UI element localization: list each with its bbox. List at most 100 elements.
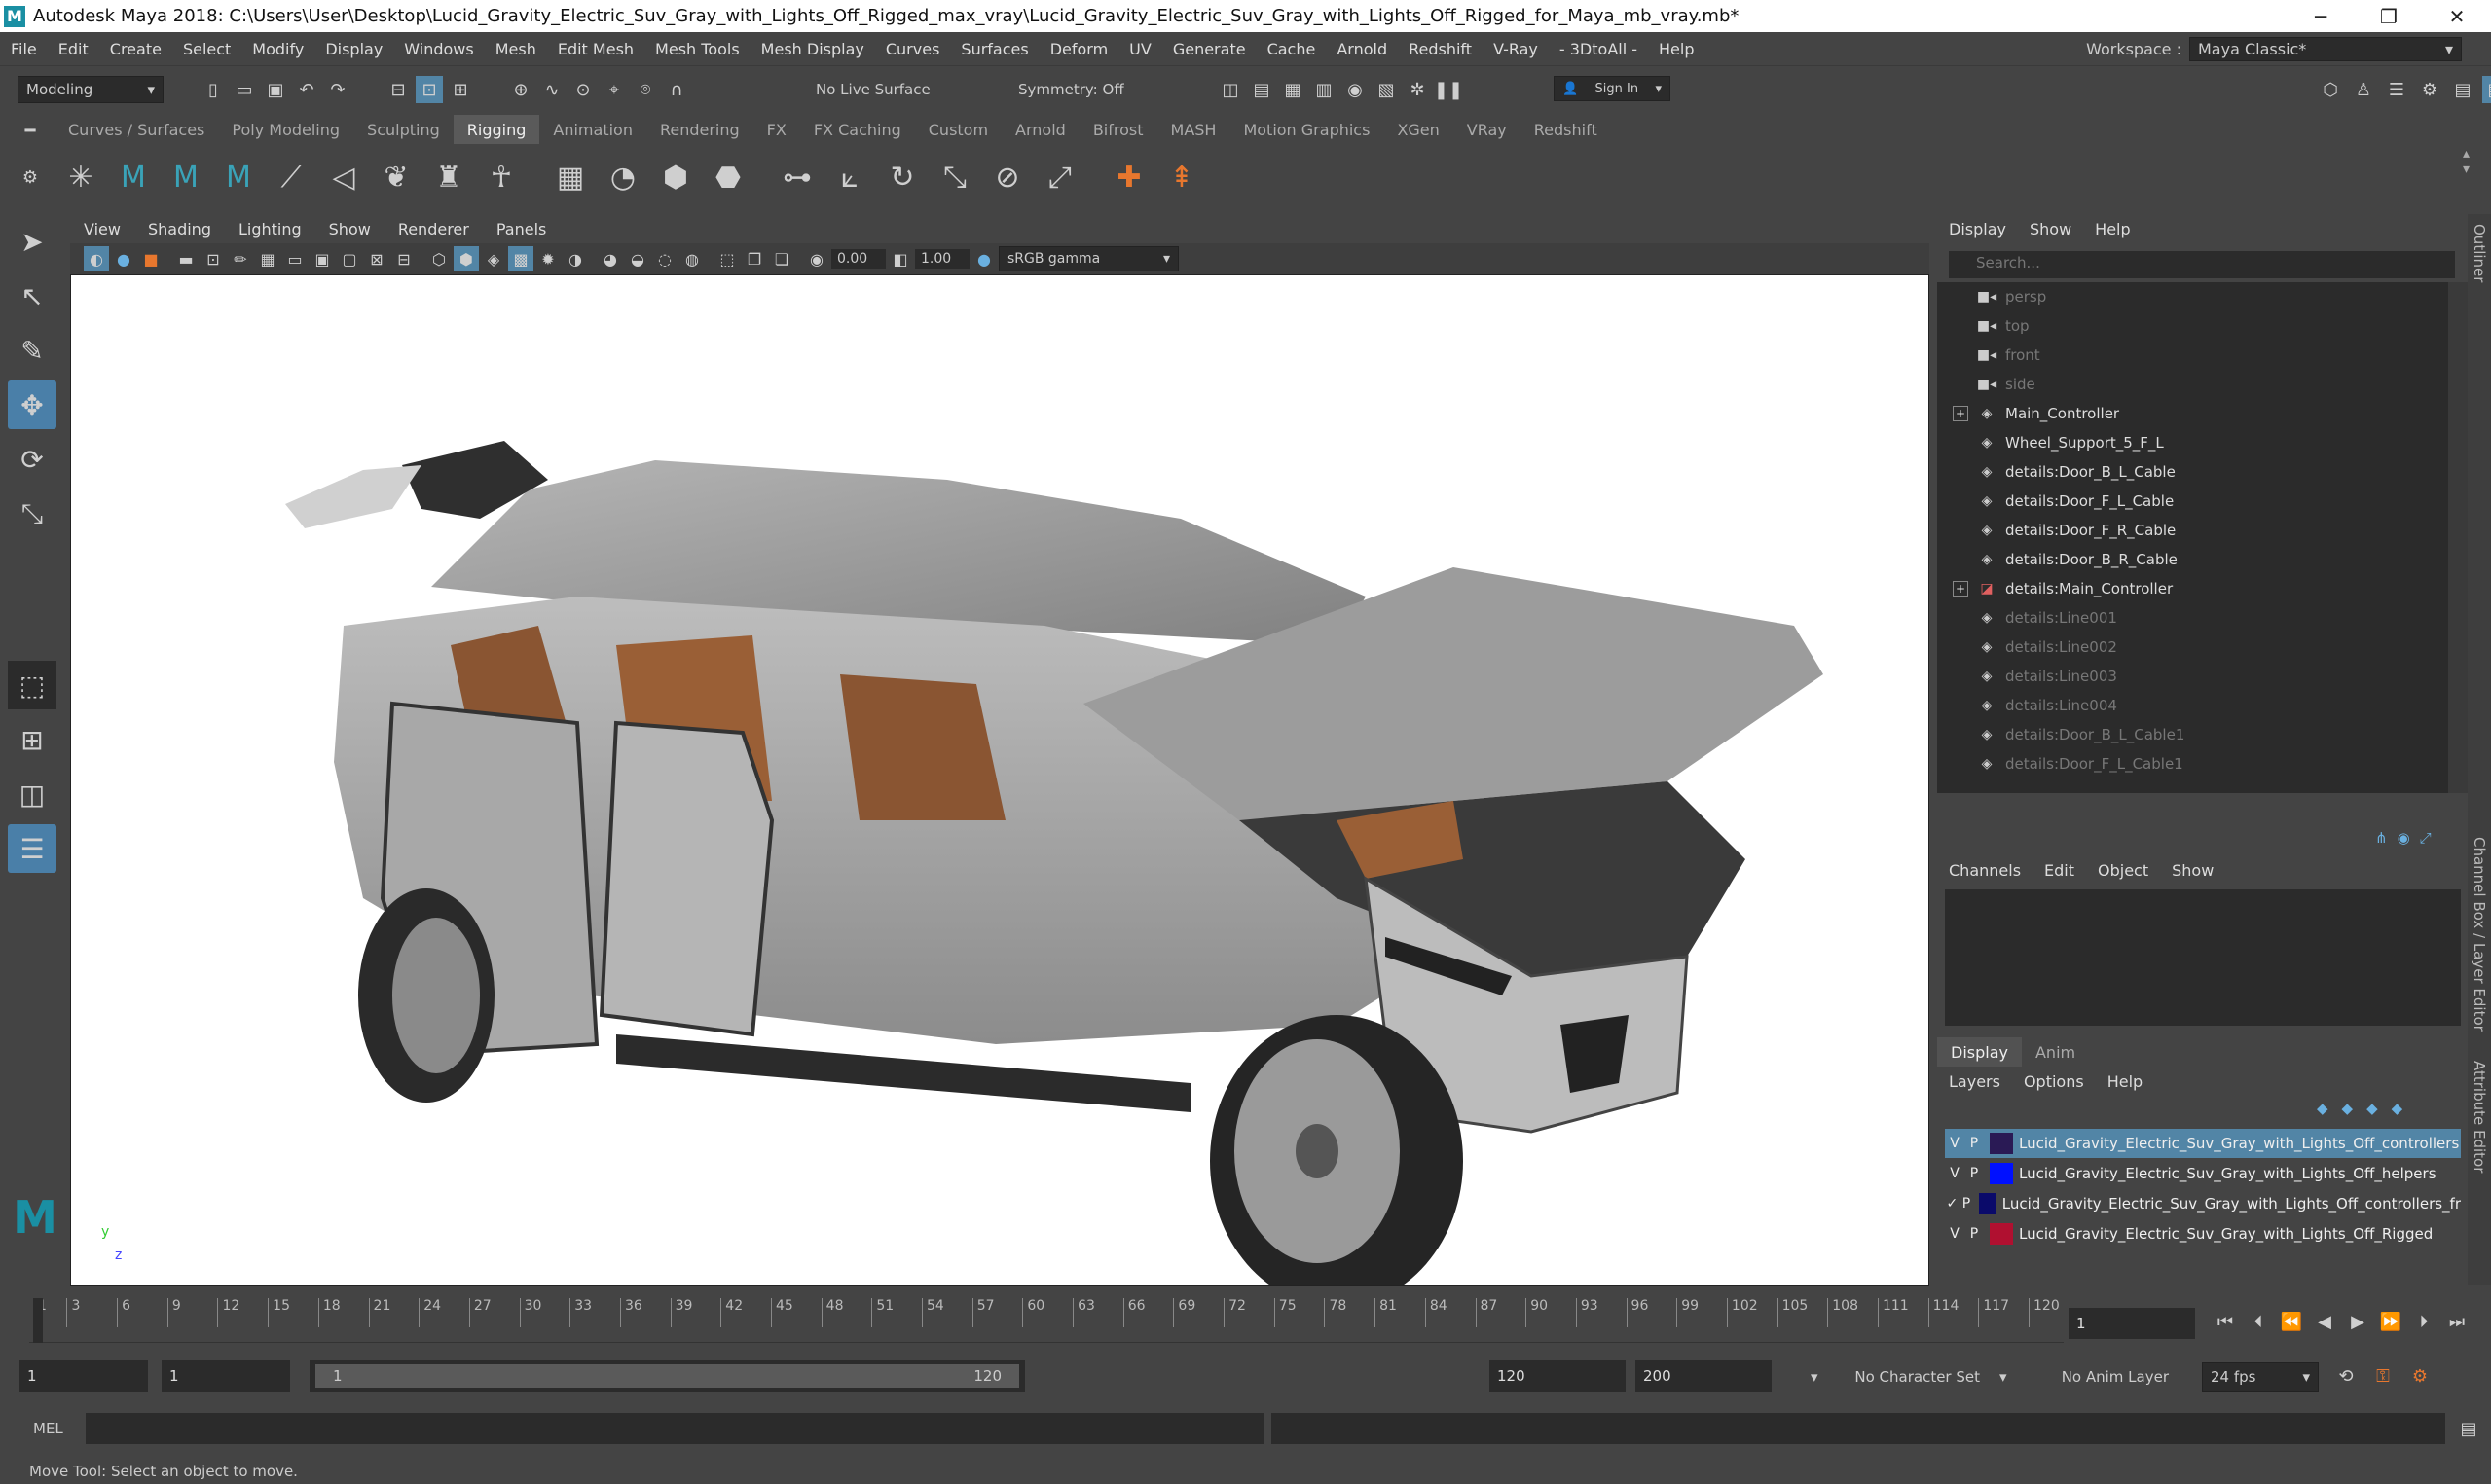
playback-start-field[interactable]: 1 xyxy=(162,1360,290,1392)
attribute-editor-side-tab[interactable]: Attribute Editor xyxy=(2471,1061,2488,1173)
layer-tab-display[interactable]: Display xyxy=(1937,1037,2022,1067)
ik-handle-icon[interactable]: ⟋ xyxy=(268,154,314,200)
outliner-item[interactable]: ■◂ front xyxy=(1937,341,2448,370)
modeling-toolkit-icon[interactable]: ⬡ xyxy=(2317,76,2344,103)
channel-box-icon[interactable]: ▤ xyxy=(2449,76,2476,103)
ik-spline-icon[interactable]: ◁ xyxy=(320,154,367,200)
move-tool-icon[interactable]: ✥ xyxy=(8,380,56,429)
minimize-button[interactable]: ─ xyxy=(2287,5,2355,28)
bind-skin-icon[interactable]: ❦ xyxy=(373,154,420,200)
time-ruler[interactable]: 1369121518212427303336394245485154576063… xyxy=(29,1298,2064,1343)
menu-edit[interactable]: Edit xyxy=(48,40,99,58)
outliner-item[interactable]: ◈ details:Line003 xyxy=(1937,662,2448,691)
menu-deform[interactable]: Deform xyxy=(1040,40,1118,58)
menu-select[interactable]: Select xyxy=(172,40,241,58)
auto-key-icon[interactable]: ⚿ xyxy=(2369,1362,2397,1390)
isolate-select-icon[interactable]: ⬚ xyxy=(714,246,740,271)
outliner-item[interactable]: ■◂ top xyxy=(1937,311,2448,341)
shelf-scroll-icon[interactable]: ▴ ▾ xyxy=(2463,146,2470,177)
shelf-tab-fx[interactable]: FX xyxy=(753,115,800,144)
shelf-tab-mash[interactable]: MASH xyxy=(1157,115,1230,144)
menu-create[interactable]: Create xyxy=(99,40,172,58)
color-management-icon[interactable]: ● xyxy=(971,246,997,271)
render-frame-icon[interactable]: ▤ xyxy=(1248,76,1275,103)
viewport-menu-view[interactable]: View xyxy=(70,220,134,238)
locator-icon[interactable]: ✚ xyxy=(1106,154,1153,200)
select-camera-icon[interactable]: ◐ xyxy=(84,246,109,271)
redo-icon[interactable]: ↷ xyxy=(324,76,351,103)
expand-icon[interactable]: + xyxy=(1953,406,1968,421)
use-all-lights-icon[interactable]: ✹ xyxy=(535,246,561,271)
current-time-indicator[interactable] xyxy=(33,1298,43,1343)
range-slider-track[interactable]: 1 120 xyxy=(310,1360,1025,1392)
outliner-item[interactable]: ◈ details:Line004 xyxy=(1937,691,2448,720)
menu-redshift[interactable]: Redshift xyxy=(1398,40,1483,58)
wrap-icon[interactable]: ⬢ xyxy=(652,154,699,200)
two-view-icon[interactable]: ◫ xyxy=(8,770,56,818)
menu-3dtoall[interactable]: - 3DtoAll - xyxy=(1549,40,1648,58)
layer-row[interactable]: V P Lucid_Gravity_Electric_Suv_Gray_with_L… xyxy=(1945,1219,2461,1249)
light-editor-icon[interactable]: ✲ xyxy=(1404,76,1431,103)
command-language-label[interactable]: MEL xyxy=(33,1420,82,1437)
lasso-tool-icon[interactable]: ↖ xyxy=(8,271,56,320)
shelf-menu-icon[interactable]: ━ xyxy=(16,117,45,144)
layer-menu-layers[interactable]: Layers xyxy=(1937,1072,2012,1091)
outliner-item[interactable]: ◈ Wheel_Support_5_F_L xyxy=(1937,428,2448,457)
paint-select-icon[interactable]: ✎ xyxy=(8,326,56,375)
script-editor-icon[interactable]: ▤ xyxy=(2455,1415,2482,1442)
menu-mesh-tools[interactable]: Mesh Tools xyxy=(644,40,751,58)
new-scene-icon[interactable]: ▯ xyxy=(200,76,227,103)
set-key-icon[interactable]: ⇞ xyxy=(1158,154,1205,200)
viewport-menu-show[interactable]: Show xyxy=(315,220,385,238)
tool-settings-icon[interactable]: ⚙ xyxy=(2416,76,2443,103)
skeleton-icon[interactable]: ☥ xyxy=(478,154,525,200)
nonlinear-icon[interactable]: ⬣ xyxy=(705,154,751,200)
menu-modify[interactable]: Modify xyxy=(241,40,314,58)
menu-help[interactable]: Help xyxy=(1648,40,1704,58)
layer-visibility-toggle[interactable]: V xyxy=(1945,1226,1964,1242)
character-set-dropdown[interactable]: ▾ No Character Set xyxy=(1803,1362,1988,1392)
ipr-render-icon[interactable]: ▦ xyxy=(1279,76,1306,103)
outliner-menu-help[interactable]: Help xyxy=(2083,220,2142,238)
live-surface-field[interactable]: No Live Surface xyxy=(816,78,971,103)
new-layer-selected-icon[interactable]: ◆ xyxy=(2392,1100,2403,1117)
lattice-icon[interactable]: ▦ xyxy=(547,154,594,200)
outliner-item[interactable]: ◈ details:Line002 xyxy=(1937,633,2448,662)
move-layer-up-icon[interactable]: ◆ xyxy=(2317,1100,2328,1117)
outliner-menu-show[interactable]: Show xyxy=(2018,220,2083,238)
outliner-item[interactable]: ◈ details:Line001 xyxy=(1937,603,2448,633)
channel-menu-object[interactable]: Object xyxy=(2086,861,2160,880)
anti-aliasing-icon[interactable]: ◌ xyxy=(652,246,678,271)
menu-file[interactable]: File xyxy=(0,40,48,58)
humanik-icon[interactable]: M xyxy=(110,154,157,200)
viewport-menu-panels[interactable]: Panels xyxy=(483,220,561,238)
image-plane-icon[interactable]: ▬ xyxy=(173,246,199,271)
joint-tool-icon[interactable]: ✳ xyxy=(57,154,104,200)
film-gate-icon[interactable]: ▭ xyxy=(282,246,308,271)
render-setup-icon[interactable]: ▧ xyxy=(1373,76,1400,103)
snap-curve-icon[interactable]: ∿ xyxy=(538,76,566,103)
point-constraint-icon[interactable]: ⊶ xyxy=(774,154,821,200)
depth-of-field-icon[interactable]: ◍ xyxy=(679,246,705,271)
layer-visibility-toggle[interactable]: V xyxy=(1945,1136,1964,1151)
outliner-item[interactable]: ◈ details:Door_B_L_Cable1 xyxy=(1937,720,2448,749)
attribute-editor-icon[interactable]: ☰ xyxy=(2383,76,2410,103)
go-to-end-icon[interactable]: ⏭ xyxy=(2443,1308,2471,1335)
viewport-menu-renderer[interactable]: Renderer xyxy=(385,220,483,238)
viewport-menu-shading[interactable]: Shading xyxy=(134,220,225,238)
expand-icon[interactable]: + xyxy=(1953,581,1968,597)
render-view-icon[interactable]: ◫ xyxy=(1217,76,1244,103)
bookmarks-icon[interactable]: ■ xyxy=(138,246,164,271)
quick-rig-icon[interactable]: ♜ xyxy=(425,154,472,200)
shelf-tab-vray[interactable]: VRay xyxy=(1453,115,1520,144)
attribute-toggle-icon[interactable]: ⤢ xyxy=(2420,829,2432,847)
shelf-tab-bifrost[interactable]: Bifrost xyxy=(1080,115,1157,144)
snap-grid-icon[interactable]: ⊕ xyxy=(507,76,534,103)
menu-mesh[interactable]: Mesh xyxy=(485,40,547,58)
outliner-scrollbar[interactable] xyxy=(2448,282,2468,793)
scale-tool-icon[interactable]: ⤡ xyxy=(8,489,56,538)
select-tool-icon[interactable]: ➤ xyxy=(8,217,56,266)
character-controls-icon[interactable]: ♙ xyxy=(2350,76,2377,103)
shelf-settings-icon[interactable]: ⚙ xyxy=(16,163,45,191)
grid-icon[interactable]: ▦ xyxy=(255,246,280,271)
